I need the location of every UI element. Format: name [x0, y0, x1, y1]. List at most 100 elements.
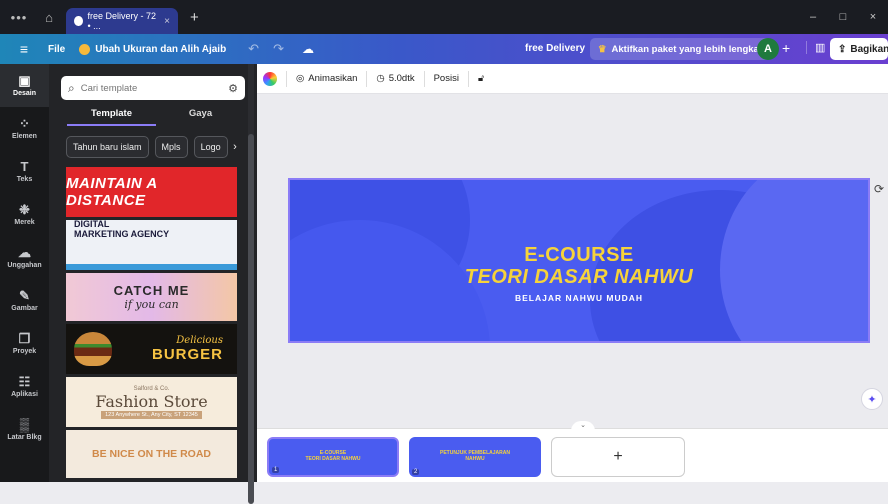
share-label: Bagikan — [850, 43, 888, 55]
close-window-button[interactable]: × — [858, 11, 888, 23]
rail-label: Aplikasi — [11, 391, 38, 398]
draw-icon: ✎ — [19, 288, 30, 303]
home-icon[interactable]: ⌂ — [38, 10, 60, 25]
rail-label: Elemen — [12, 133, 37, 140]
design-subtitle[interactable]: BELAJAR NAHWU MUDAH — [290, 293, 868, 303]
color-picker-icon[interactable] — [263, 71, 277, 86]
refresh-icon[interactable]: ⟳ — [874, 182, 884, 196]
divider — [423, 70, 425, 87]
template-subtitle: MARKETING AGENCY — [74, 228, 170, 239]
scrollbar-thumb[interactable] — [248, 134, 254, 504]
minimize-button[interactable]: – — [798, 11, 828, 23]
rail-item-desain[interactable]: ▣ Desain — [0, 64, 49, 107]
background-icon: ▒ — [19, 417, 30, 432]
divider — [467, 70, 469, 87]
share-button[interactable]: ⇪ Bagikan — [830, 38, 888, 60]
rail-label: Teks — [16, 176, 33, 183]
magic-sparkle-icon[interactable]: ✦ — [861, 388, 883, 410]
file-menu[interactable]: File — [48, 44, 65, 55]
template-card[interactable]: Salford & Co. Fashion Store 123 Anywhere… — [66, 377, 237, 427]
position-button[interactable]: Posisi — [434, 73, 459, 84]
template-title: MAINTAIN A DISTANCE — [66, 175, 158, 209]
category-chips: Tahun baru islam Mpls Logo — [66, 136, 228, 158]
duration-label: 5.0dtk — [388, 73, 415, 84]
design-title-2[interactable]: TEORI DASAR NAHWU — [290, 266, 868, 289]
window-controls: – □ × — [798, 0, 888, 34]
animate-button[interactable]: ◎ Animasikan — [296, 73, 357, 84]
cloud-save-icon[interactable]: ☁ — [302, 42, 314, 56]
panel-tabs: Template Gaya — [67, 108, 245, 126]
rail-label: Merek — [14, 219, 35, 226]
new-tab-button[interactable]: + — [190, 9, 199, 26]
document-name[interactable]: free Delivery — [525, 43, 585, 54]
undo-icon[interactable]: ↶ — [248, 41, 259, 57]
lock-icon[interactable]: 🔓︎ — [478, 73, 484, 84]
canva-favicon-icon — [74, 16, 83, 26]
page-thumbnail[interactable]: PETUNJUK PEMBELAJARAN NAHWU 2 — [409, 437, 541, 477]
rail-item-elemen[interactable]: ⁘ Elemen — [0, 107, 49, 150]
search-input[interactable] — [80, 82, 223, 94]
upload-icon: ☁ — [18, 245, 31, 260]
template-list: MAINTAIN A DISTANCE DIGITAL MARKETING AG… — [66, 167, 237, 481]
rail-item-aplikasi[interactable]: ☷ Aplikasi — [0, 365, 49, 408]
redo-icon[interactable]: ↷ — [273, 41, 284, 57]
upgrade-label: Aktifkan paket yang lebih lengkap — [611, 43, 765, 55]
rail-item-teks[interactable]: T Teks — [0, 150, 49, 193]
template-panel: ⌕ ⚙ Template Gaya Tahun baru islam Mpls … — [49, 64, 257, 482]
tab-close-icon[interactable]: × — [164, 16, 170, 27]
tab-gaya[interactable]: Gaya — [156, 108, 245, 126]
rail-label: Proyek — [12, 348, 37, 355]
insights-icon[interactable]: ▥ — [806, 41, 825, 54]
page-number: 1 — [272, 467, 280, 473]
apps-icon: ☷ — [18, 374, 31, 389]
design-canvas: E-COURSE TEORI DASAR NAHWU BELAJAR NAHWU… — [257, 94, 888, 428]
text-icon: T — [20, 159, 29, 174]
upgrade-button[interactable]: ♛ Aktifkan paket yang lebih lengkap — [590, 38, 773, 60]
panel-scrollbar[interactable] — [248, 64, 254, 504]
rail-item-gambar[interactable]: ✎ Gambar — [0, 279, 49, 322]
search-box[interactable]: ⌕ ⚙ — [61, 76, 245, 100]
rail-label: Gambar — [11, 305, 38, 312]
resize-button[interactable]: Ubah Ukuran dan Alih Ajaib — [79, 43, 226, 55]
chevron-down-icon[interactable]: ⌄ — [571, 421, 595, 431]
chevron-right-icon[interactable]: › — [225, 136, 245, 158]
template-address: 123 Anywhere St., Any City, ST 12345 — [101, 410, 202, 419]
rail-label: Unggahan — [7, 262, 42, 269]
rail-label: Desain — [13, 90, 36, 97]
chip-mpls[interactable]: Mpls — [154, 136, 188, 158]
template-card[interactable]: MAINTAIN A DISTANCE — [66, 167, 237, 217]
template-subtitle: Delicious — [176, 335, 223, 346]
rail-item-merek[interactable]: ❉ Merek — [0, 193, 49, 236]
filter-icon[interactable]: ⚙ — [228, 82, 238, 95]
page-thumbnail[interactable]: E-COURSE TEORI DASAR NAHWU 1 — [267, 437, 399, 477]
template-card[interactable]: DIGITAL MARKETING AGENCY — [66, 220, 237, 270]
chip-logo[interactable]: Logo — [193, 136, 228, 158]
maximize-button[interactable]: □ — [828, 11, 858, 23]
browser-tab[interactable]: free Delivery - 72 • ... × — [66, 8, 178, 34]
design-page[interactable]: E-COURSE TEORI DASAR NAHWU BELAJAR NAHWU… — [288, 178, 870, 343]
rail-item-latar[interactable]: ▒ Latar Blkg — [0, 408, 49, 451]
chip-tahun-baru-islam[interactable]: Tahun baru islam — [66, 136, 149, 158]
add-page-button[interactable]: + — [551, 437, 685, 477]
template-card[interactable]: Delicious BURGER — [66, 324, 237, 374]
rail-item-proyek[interactable]: ❐ Proyek — [0, 322, 49, 365]
design-title[interactable]: E-COURSE — [290, 244, 868, 267]
more-menu-icon[interactable]: ••• — [0, 10, 38, 25]
hamburger-menu-icon[interactable]: ≡ — [0, 41, 48, 57]
template-title: Fashion Store — [95, 391, 208, 411]
template-card[interactable]: BE NICE ON THE ROAD — [66, 430, 237, 478]
thumbnail-text: TEORI DASAR NAHWU — [305, 456, 361, 462]
share-icon: ⇪ — [838, 43, 847, 55]
duration-button[interactable]: ◷ 5.0dtk — [376, 73, 414, 84]
search-icon: ⌕ — [68, 80, 75, 95]
add-collaborator-button[interactable]: + — [782, 40, 790, 56]
crown-star-icon: ♛ — [598, 43, 607, 55]
avatar[interactable]: A — [757, 38, 779, 60]
template-card[interactable]: CATCH ME if you can — [66, 273, 237, 321]
divider — [286, 70, 287, 87]
design-icon: ▣ — [18, 73, 31, 88]
tab-template[interactable]: Template — [67, 108, 156, 126]
rail-item-unggahan[interactable]: ☁ Unggahan — [0, 236, 49, 279]
editor-toolbar: ≡ File Ubah Ukuran dan Alih Ajaib ↶ ↷ ☁ … — [0, 34, 888, 64]
rail-label: Latar Blkg — [7, 434, 42, 441]
